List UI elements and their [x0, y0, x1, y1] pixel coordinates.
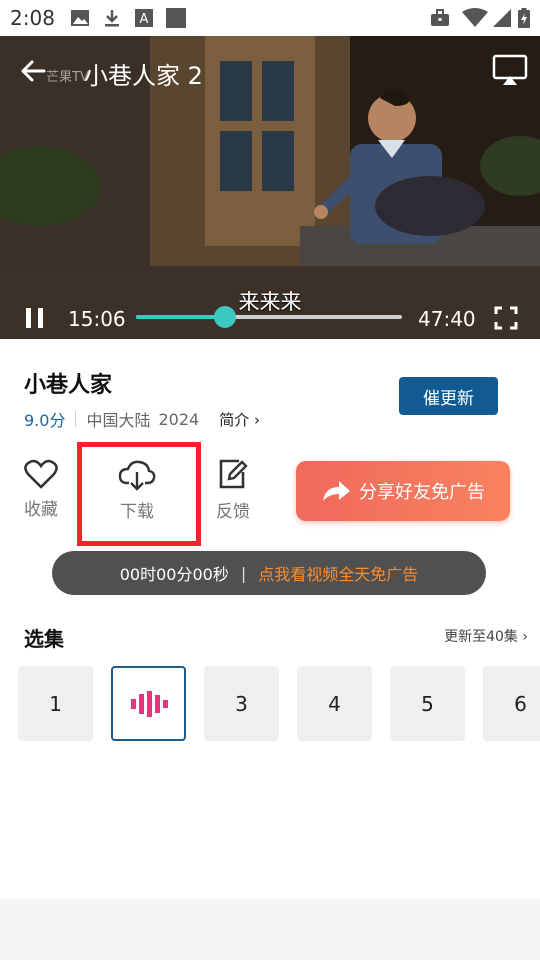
- progress-fill: [136, 315, 226, 319]
- favorite-label: 收藏: [24, 500, 58, 520]
- favorite-button[interactable]: 收藏: [11, 459, 71, 520]
- progress-thumb[interactable]: [214, 306, 237, 328]
- edit-icon: [219, 459, 248, 489]
- episode-6[interactable]: 6: [483, 666, 540, 741]
- episode-1[interactable]: 1: [18, 666, 93, 741]
- ad-free-cta: 点我看视频全天免广告: [258, 565, 419, 584]
- feedback-label: 反馈: [216, 502, 250, 522]
- countdown: 00时00分00秒: [119, 565, 229, 584]
- timer-divider: |: [240, 563, 247, 583]
- episode-number: 3: [235, 691, 248, 716]
- episode-number: 1: [49, 691, 62, 716]
- svg-text:A: A: [140, 12, 149, 27]
- intro-label: 简介: [219, 410, 250, 429]
- pause-icon[interactable]: [24, 306, 46, 330]
- heart-icon: [24, 459, 58, 489]
- episode-2[interactable]: [111, 666, 186, 741]
- episode-number: 5: [421, 691, 434, 716]
- total-time: 47:40: [418, 307, 476, 331]
- feedback-button[interactable]: 反馈: [203, 459, 263, 522]
- share-label: 分享好友免广告: [359, 482, 485, 503]
- meta-divider: [75, 411, 77, 427]
- year: 2024: [158, 409, 200, 429]
- share-arrow-icon: [323, 481, 350, 501]
- episode-5[interactable]: 5: [390, 666, 465, 741]
- image-icon: [71, 10, 89, 26]
- watermark: 芒果TV: [46, 70, 89, 85]
- playing-bars-icon: [130, 690, 168, 717]
- region: 中国大陆: [86, 411, 151, 430]
- urge-update-button[interactable]: 催更新: [399, 377, 498, 415]
- highlight-box: [77, 442, 201, 546]
- intro-link[interactable]: 简介 ›: [219, 409, 260, 430]
- episode-number: 6: [514, 691, 527, 716]
- episode-3[interactable]: 3: [204, 666, 279, 741]
- status-time: 2:08: [10, 6, 55, 30]
- detail-panel: 小巷人家 9.0分 中国大陆 2024 简介 › 催更新 收藏 下载 反馈 分享…: [0, 339, 540, 899]
- wifi-icon: [462, 8, 488, 27]
- progress-track[interactable]: [136, 306, 402, 328]
- episodes-heading: 选集: [24, 627, 64, 651]
- update-label: 更新至40集: [444, 629, 518, 645]
- signal-icon: [493, 9, 511, 27]
- video-title: 小巷人家 2: [84, 62, 203, 90]
- chevron-right-icon: ›: [522, 629, 528, 645]
- current-time: 15:06: [68, 307, 126, 331]
- back-arrow-icon[interactable]: [18, 56, 48, 86]
- episode-4[interactable]: 4: [297, 666, 372, 741]
- cast-icon[interactable]: [492, 54, 528, 86]
- video-player[interactable]: 小巷人家 2 芒果TV 来来来 15:06 47:40: [0, 36, 540, 339]
- episode-number: 4: [328, 691, 341, 716]
- show-meta: 9.0分 中国大陆 2024 简介 ›: [24, 407, 260, 431]
- work-icon: [431, 9, 449, 26]
- font-icon: A: [135, 9, 153, 27]
- chevron-right-icon: ›: [253, 410, 260, 429]
- status-bar: 2:08 A: [0, 0, 540, 36]
- ad-free-bar[interactable]: 00时00分00秒 | 点我看视频全天免广告: [52, 551, 486, 595]
- bottom-area: [0, 899, 540, 960]
- show-title: 小巷人家: [24, 373, 113, 398]
- share-banner[interactable]: 分享好友免广告: [296, 461, 510, 521]
- score: 9.0分: [24, 411, 66, 430]
- square-icon: [166, 8, 186, 28]
- download-status-icon: [105, 10, 119, 27]
- episodes-update-link[interactable]: 更新至40集 ›: [444, 626, 528, 646]
- battery-icon: [518, 8, 530, 28]
- episode-list[interactable]: 1 3 4 5 6: [18, 666, 540, 742]
- fullscreen-icon[interactable]: [494, 306, 518, 330]
